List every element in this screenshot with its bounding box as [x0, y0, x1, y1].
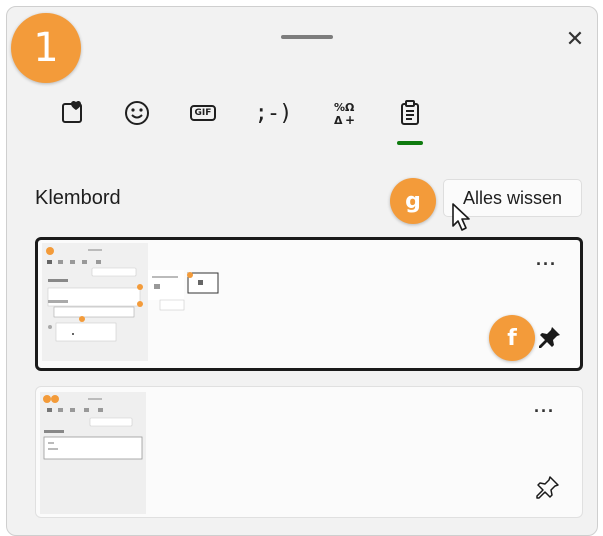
scrollbar[interactable] [597, 212, 598, 264]
tab-kaomoji-heart[interactable] [54, 93, 94, 133]
step-badge-1: 1 [11, 13, 81, 83]
pin-outline-icon[interactable] [536, 475, 560, 499]
step-badge-f: f [489, 315, 535, 361]
svg-text:+: + [345, 113, 355, 127]
kaomoji-icon: ;-) [254, 100, 293, 126]
pin-filled-icon[interactable] [538, 325, 562, 349]
selected-tab-indicator [397, 141, 423, 145]
clipboard-item-thumbnail [42, 243, 148, 361]
kaomoji-heart-icon [62, 100, 82, 123]
more-options-button[interactable]: ··· [534, 401, 555, 422]
close-button[interactable]: ✕ [563, 26, 587, 51]
mouse-pointer-icon [452, 203, 470, 231]
tab-symbols[interactable]: % Ω Δ + [325, 93, 365, 133]
clipboard-item[interactable]: ··· [35, 386, 583, 518]
drag-handle[interactable] [281, 35, 333, 39]
close-icon: ✕ [565, 26, 585, 51]
clipboard-icon [401, 100, 419, 125]
clipboard-item-thumbnail [40, 392, 146, 514]
svg-text:%: % [334, 101, 345, 114]
gif-icon: GIF [189, 105, 217, 121]
tab-clipboard[interactable] [390, 93, 430, 133]
screenshot-thumbnail-image [40, 392, 146, 514]
screenshot-thumbnail-overflow [148, 270, 219, 311]
emoji-clipboard-panel: ✕ 1 GIF ;-) % Ω Δ + Klembord Alles wisse… [6, 6, 598, 536]
tab-kaomoji[interactable]: ;-) [253, 93, 293, 133]
emoji-icon [125, 101, 149, 125]
svg-text:Δ: Δ [334, 114, 343, 127]
more-options-button[interactable]: ··· [536, 254, 557, 275]
symbols-icon: % Ω Δ + [334, 101, 355, 127]
clipboard-title: Klembord [35, 187, 121, 209]
tab-gif[interactable]: GIF [183, 93, 223, 133]
clear-all-label: Alles wissen [462, 187, 563, 208]
step-badge-g: g [390, 178, 436, 224]
tab-emoji[interactable] [117, 93, 157, 133]
screenshot-thumbnail-image [42, 243, 148, 361]
